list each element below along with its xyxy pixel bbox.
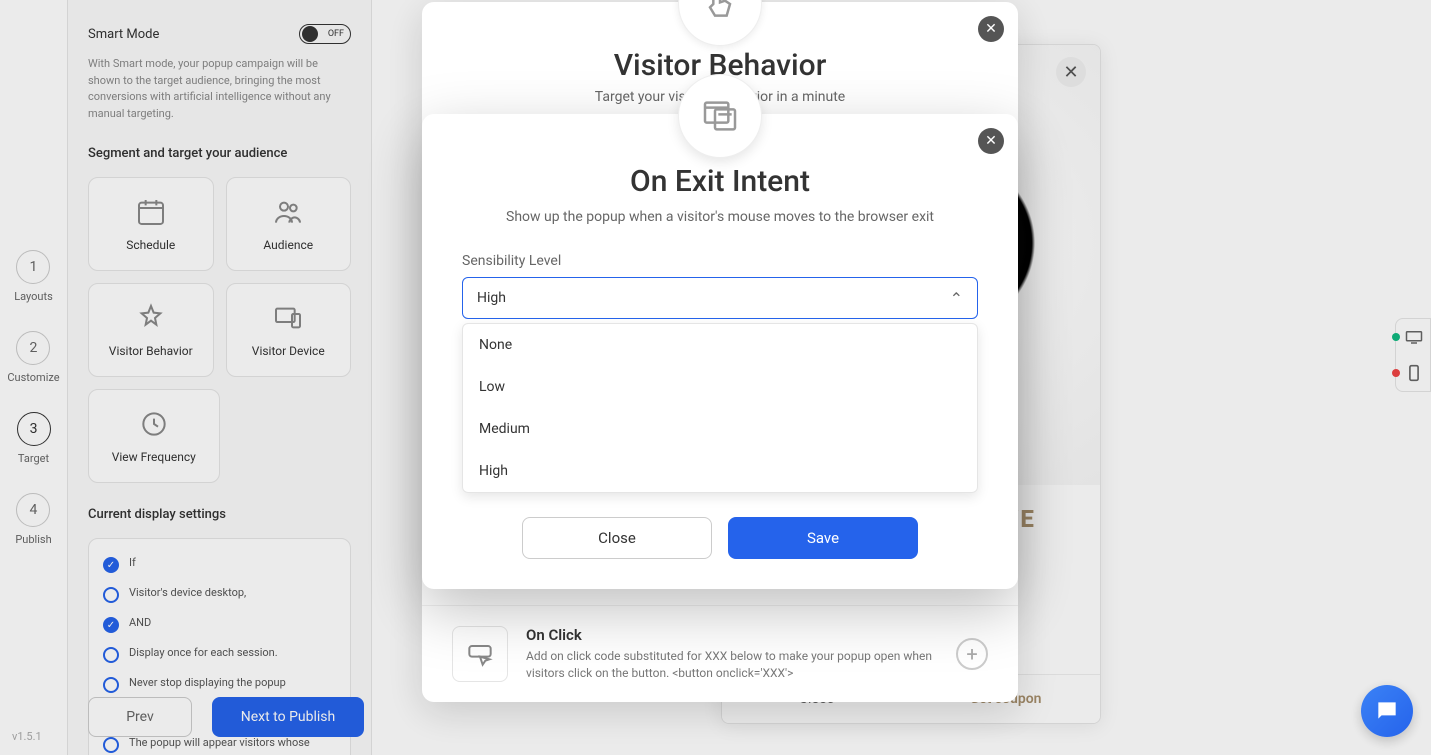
close-button[interactable]: Close bbox=[522, 517, 712, 559]
chevron-up-icon: ⌃ bbox=[950, 289, 963, 308]
browser-popup-icon bbox=[700, 96, 740, 136]
field-label: Sensibility Level bbox=[462, 253, 978, 269]
sensibility-select[interactable]: High ⌃ bbox=[462, 277, 978, 319]
chat-icon bbox=[1374, 698, 1400, 724]
modal-icon-circle bbox=[678, 0, 762, 46]
option-title: On Click bbox=[526, 626, 938, 644]
save-button[interactable]: Save bbox=[728, 517, 918, 559]
button-click-icon bbox=[452, 626, 508, 682]
close-icon[interactable]: ✕ bbox=[978, 16, 1004, 42]
dropdown-option-medium[interactable]: Medium bbox=[463, 408, 977, 450]
add-button[interactable]: + bbox=[956, 638, 988, 670]
dropdown-option-low[interactable]: Low bbox=[463, 366, 977, 408]
chat-fab[interactable] bbox=[1361, 685, 1413, 737]
select-value: High bbox=[477, 290, 506, 306]
close-icon[interactable]: ✕ bbox=[978, 128, 1004, 154]
dropdown-option-high[interactable]: High bbox=[463, 450, 977, 492]
dropdown-option-none[interactable]: None bbox=[463, 324, 977, 366]
dropdown-list: None Low Medium High bbox=[462, 323, 978, 493]
modal-icon-circle bbox=[678, 74, 762, 158]
modal-subtitle: Show up the popup when a visitor's mouse… bbox=[462, 209, 978, 225]
modal-title: On Exit Intent bbox=[462, 164, 978, 199]
option-desc: Add on click code substituted for XXX be… bbox=[526, 648, 938, 682]
option-on-click: On Click Add on click code substituted f… bbox=[422, 605, 1018, 702]
modal-exit-intent: ✕ On Exit Intent Show up the popup when … bbox=[422, 114, 1018, 589]
hand-pointer-icon bbox=[700, 0, 740, 24]
